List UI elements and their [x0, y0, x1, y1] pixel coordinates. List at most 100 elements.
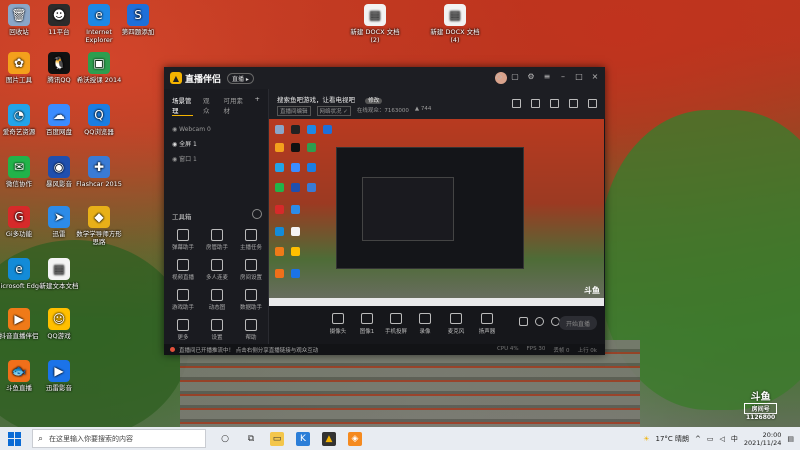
- toolbox-item[interactable]: 主播任务: [236, 229, 266, 251]
- control-bar: 摄像头 图像1 手机投屏 录像 麦克风 扬声器 开始直播: [269, 307, 605, 344]
- start-button[interactable]: [8, 431, 22, 446]
- notification-icon[interactable]: ▤: [787, 435, 794, 443]
- iqiyi-icon: ◔: [8, 104, 30, 126]
- volume-icon[interactable]: ◁: [720, 435, 725, 443]
- task-view-icon[interactable]: ⧉: [244, 432, 258, 446]
- nested-app-window-inner: [362, 177, 454, 241]
- ime-icon[interactable]: 中: [731, 434, 738, 444]
- desktop-icon[interactable]: Q QQ浏览器: [74, 104, 124, 136]
- preview-icon: [275, 269, 284, 278]
- room-header: 搜索鱼吧游戏，让看电视吧 修改 直播间编辑 网络状况 ✓ 在线观众：716300…: [269, 89, 605, 119]
- stream-preview[interactable]: 斗鱼: [269, 119, 604, 306]
- toolbox-item-label: 游戏助手: [171, 305, 194, 311]
- camera-button[interactable]: 摄像头: [324, 313, 352, 335]
- edit-title-button[interactable]: 修改: [365, 98, 383, 104]
- toolbox-item[interactable]: 帮助: [236, 319, 266, 341]
- app-name: 直播伴侣: [185, 74, 222, 85]
- room-edit-button[interactable]: 直播间编辑: [277, 106, 311, 116]
- toolbox-item[interactable]: 更多: [168, 319, 198, 341]
- phone-cast-button[interactable]: 手机投屏: [382, 313, 410, 335]
- preview-icon: [307, 163, 316, 172]
- toolbox-item[interactable]: 数据助手: [236, 289, 266, 311]
- desktop-icon[interactable]: ☺ QQ游戏: [34, 308, 84, 340]
- tab-materials[interactable]: 可用素材: [224, 95, 245, 116]
- desktop-icon-label: QQ浏览器: [84, 128, 114, 136]
- cpu-stat: CPU 4%: [496, 345, 519, 352]
- toolbox-item[interactable]: 游戏助手: [168, 289, 198, 311]
- title-bar[interactable]: ▲ 直播伴侣 直播 ▸ ◇ ▢ ⚙ ≡ – □ ×: [164, 67, 605, 89]
- record-icon: [419, 313, 431, 324]
- preview-icon: [275, 183, 284, 192]
- maximize-button[interactable]: □: [575, 73, 583, 81]
- douyu-live-taskbar-icon[interactable]: ▲: [322, 431, 336, 446]
- menu-icon[interactable]: ≡: [543, 73, 551, 81]
- bag-icon[interactable]: [550, 99, 559, 108]
- desktop-icon[interactable]: ▤ 新建文本文档: [34, 258, 84, 290]
- toolbox-item[interactable]: 视频直播: [168, 259, 198, 281]
- network-icon[interactable]: ▭: [707, 435, 714, 443]
- scene-item-webcam[interactable]: ◉ Webcam 0: [164, 122, 268, 137]
- weather-icon[interactable]: ☀: [643, 435, 649, 443]
- kugou-icon[interactable]: K: [296, 431, 310, 446]
- preview-icon: [291, 205, 300, 214]
- toolbox-item-label: 弹幕助手: [171, 245, 194, 251]
- gift-icon[interactable]: [512, 99, 521, 108]
- desktop-icon[interactable]: ◆ 数学学导师方形思路: [74, 206, 124, 246]
- go-live-button[interactable]: 开始直播: [559, 316, 597, 330]
- lock-icon[interactable]: [531, 99, 540, 108]
- file-explorer-icon[interactable]: ▭: [270, 431, 284, 446]
- desktop-icon[interactable]: ▶ 迅雷影音: [34, 360, 84, 392]
- close-button[interactable]: ×: [591, 73, 599, 81]
- xunlei-player-icon: ▶: [48, 360, 70, 382]
- qq-browser-icon: Q: [88, 104, 110, 126]
- toolbox-item[interactable]: 房管助手: [202, 229, 232, 251]
- app-orange-icon[interactable]: ◈: [348, 431, 362, 446]
- add-scene-icon[interactable]: +: [255, 95, 260, 116]
- desktop-icon-label: 数学学导师方形思路: [76, 230, 122, 246]
- tool-icon: [245, 319, 257, 331]
- toolbox-item-label: 房间设置: [239, 275, 262, 281]
- baidu-netdisk-icon: ☁: [48, 104, 70, 126]
- tab-scene-management[interactable]: 场景管理: [172, 95, 194, 116]
- taskbar-search-box[interactable]: ⌕ 在这里输入你要搜索的内容: [32, 429, 206, 448]
- clock[interactable]: 20:00 2021/11/24: [744, 431, 781, 447]
- toolbox-item[interactable]: 弹幕助手: [168, 229, 198, 251]
- desktop-icon[interactable]: ▤ 新建 DOCX 文档(4): [430, 4, 480, 44]
- minimize-button[interactable]: –: [559, 73, 567, 81]
- preview-taskbar: [269, 298, 604, 306]
- message-icon[interactable]: ▢: [511, 73, 519, 81]
- toolbox-item[interactable]: 动态图: [202, 289, 232, 311]
- cortana-icon[interactable]: ○: [218, 432, 232, 446]
- scene-item-window[interactable]: ◉ 窗口 1: [164, 152, 268, 167]
- image-button[interactable]: 图像1: [353, 313, 381, 335]
- skin-icon[interactable]: ◇: [495, 73, 503, 81]
- desktop-icon[interactable]: ▤ 新建 DOCX 文档(2): [350, 4, 400, 44]
- speaker-button[interactable]: 扬声器: [473, 313, 501, 335]
- storm-player-icon: ◉: [48, 156, 70, 178]
- weather-text[interactable]: 17°C 晴朗: [655, 434, 689, 444]
- tab-audience[interactable]: 观众: [203, 95, 214, 116]
- tool-icon: [211, 319, 223, 331]
- toolbox-item-label: 多人连麦: [205, 275, 228, 281]
- desktop-icon[interactable]: ▣ 希沃授课 2014: [74, 52, 124, 84]
- live-badge[interactable]: 直播 ▸: [227, 72, 254, 84]
- preview-icon: [291, 143, 300, 152]
- tray-arrow-icon[interactable]: ^: [695, 435, 701, 443]
- toolbox-gear-icon[interactable]: [252, 209, 262, 219]
- toolbox-item[interactable]: 房间设置: [236, 259, 266, 281]
- bell-icon[interactable]: [569, 99, 578, 108]
- share-icon[interactable]: [588, 99, 597, 108]
- preview-icon: [307, 143, 316, 152]
- desktop-icon[interactable]: ✚ Flashcar 2015: [74, 156, 124, 188]
- record-button[interactable]: 录像: [411, 313, 439, 335]
- toolbox-item[interactable]: 设置: [202, 319, 232, 341]
- desktop-icon-label: 新建 DOCX 文档(4): [430, 28, 480, 44]
- settings-icon[interactable]: ⚙: [527, 73, 535, 81]
- microphone-button[interactable]: 麦克风: [442, 313, 470, 335]
- scene-item-fullscreen[interactable]: ◉ 全屏 1: [164, 137, 268, 152]
- live-streaming-app-window[interactable]: ▲ 直播伴侣 直播 ▸ ◇ ▢ ⚙ ≡ – □ × 场景管理 观众 可用素材 +…: [164, 67, 605, 355]
- desktop-icon[interactable]: S 第四题添加: [113, 4, 163, 36]
- app-logo: ▲ 直播伴侣: [170, 72, 221, 85]
- upload-stat: 上行 0k: [577, 347, 597, 354]
- toolbox-item[interactable]: 多人连麦: [202, 259, 232, 281]
